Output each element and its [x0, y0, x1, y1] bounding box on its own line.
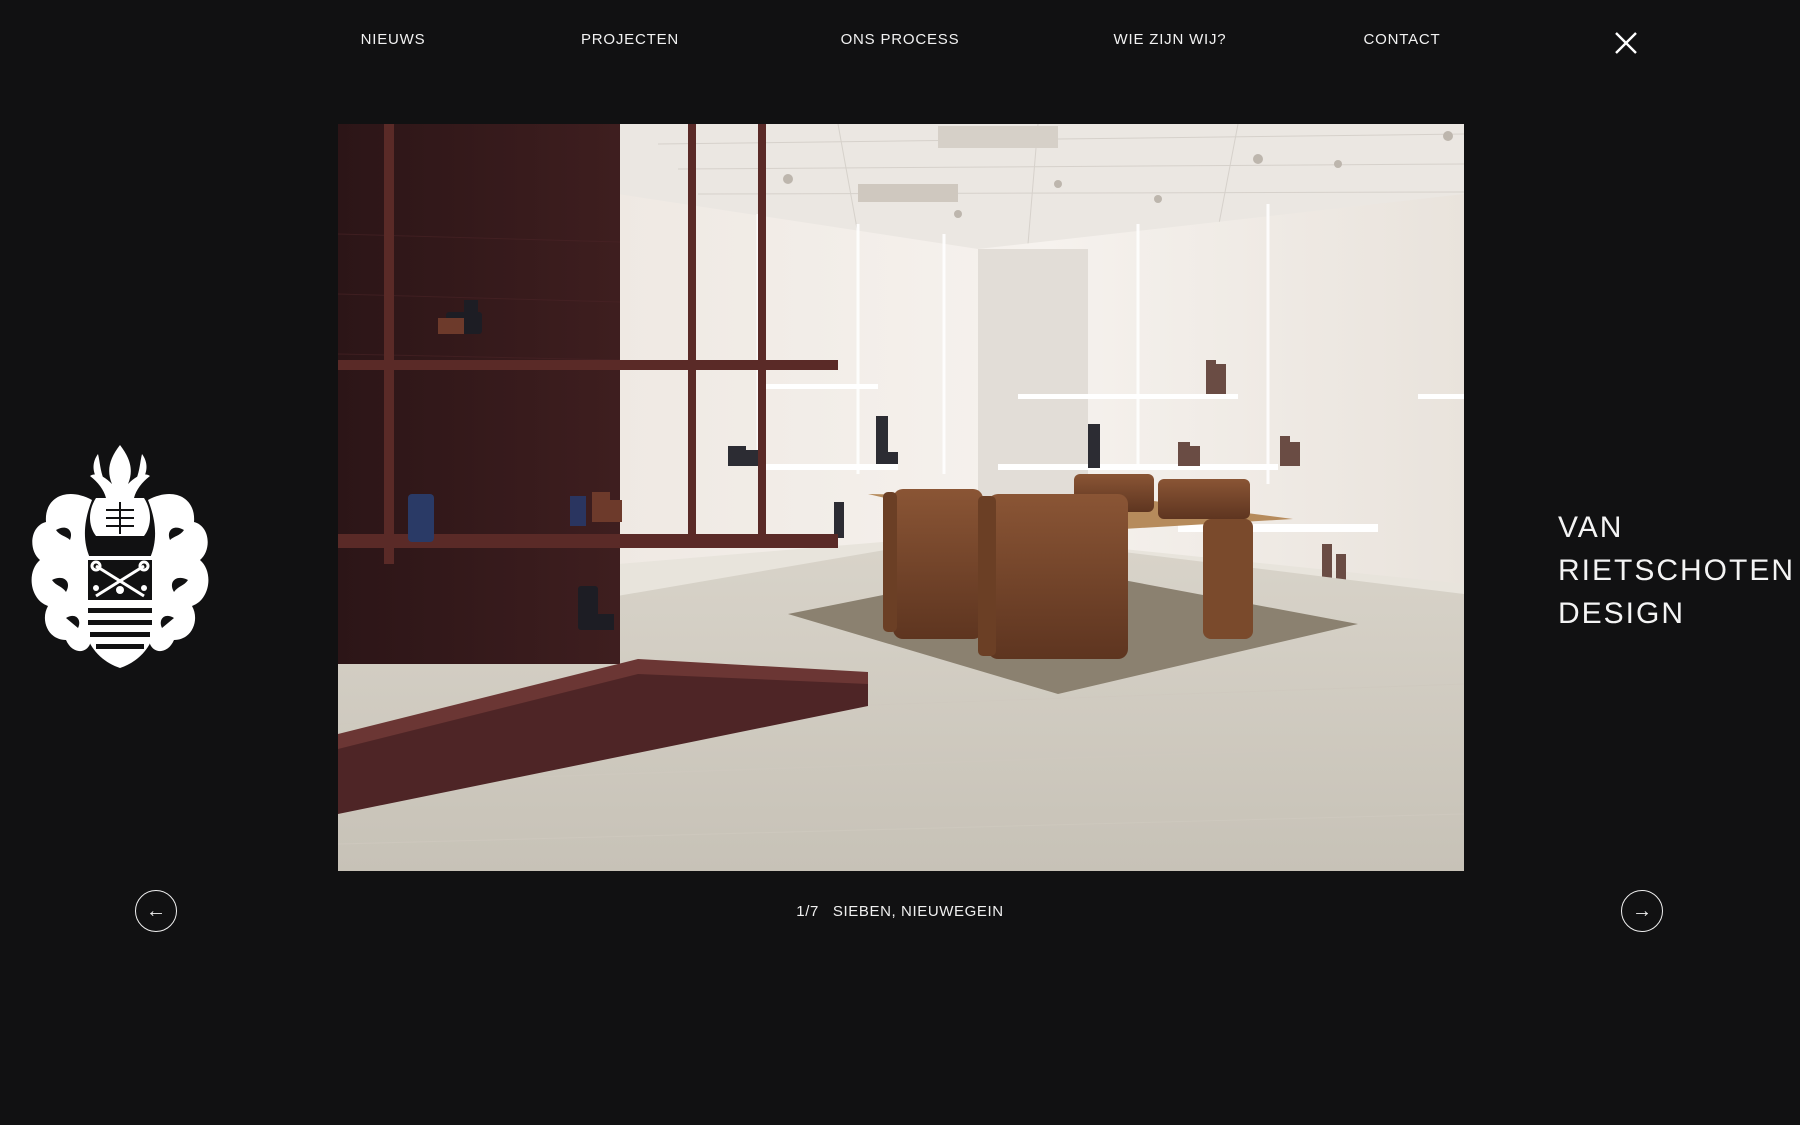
nav-item-wie-zijn-wij[interactable]: WIE ZIJN WIJ? — [1114, 31, 1227, 48]
close-button[interactable] — [1612, 29, 1640, 57]
showroom-photo — [338, 124, 1464, 871]
brand-line-2: RIETSCHOTEN — [1558, 554, 1796, 587]
logo[interactable] — [26, 440, 214, 672]
slide-caption: 1/7 SIEBEN, NIEUWEGEIN — [0, 903, 1800, 920]
brand-line-1: VAN — [1558, 511, 1624, 544]
coat-of-arms-icon — [31, 445, 209, 668]
close-icon — [1615, 32, 1637, 54]
brand-line-3: DESIGN — [1558, 597, 1686, 630]
nav-item-ons-process[interactable]: ONS PROCESS — [841, 31, 960, 48]
nav-item-nieuws[interactable]: NIEUWS — [361, 31, 426, 48]
project-photo — [338, 124, 1464, 871]
brand-name[interactable]: VAN RIETSCHOTEN DESIGN — [1558, 506, 1795, 635]
nav-item-projecten[interactable]: PROJECTEN — [581, 31, 679, 48]
page: NIEUWS PROJECTEN ONS PROCESS WIE ZIJN WI… — [0, 0, 1800, 1125]
project-title: SIEBEN, NIEUWEGEIN — [832, 903, 1004, 920]
slide-counter: 1/7 — [796, 903, 819, 920]
nav-item-contact[interactable]: CONTACT — [1364, 31, 1441, 48]
